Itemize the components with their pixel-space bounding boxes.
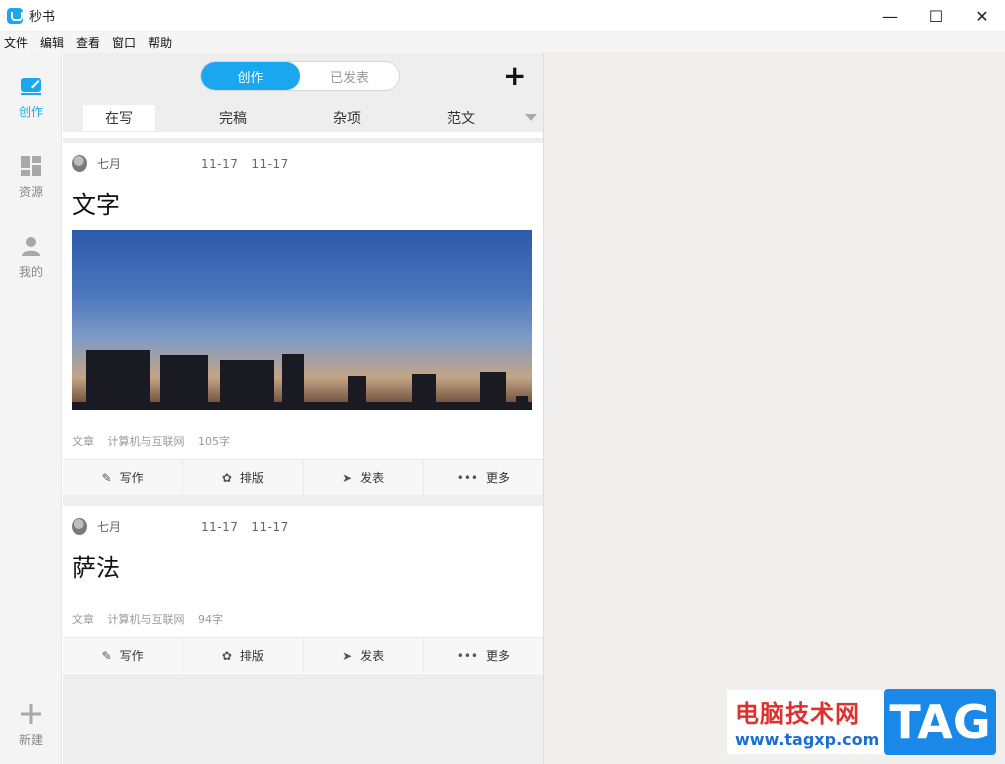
avatar	[72, 518, 87, 535]
card-info: 文章 计算机与互联网 105字	[72, 433, 240, 449]
publish-button[interactable]: ➤ 发表	[304, 460, 424, 495]
menu-edit[interactable]: 编辑	[40, 34, 64, 51]
more-label: 更多	[485, 649, 510, 663]
card-author: 七月	[97, 520, 122, 534]
window-title: 秒书	[29, 10, 56, 25]
app-logo-icon	[7, 7, 23, 24]
layout-button[interactable]: ✿ 排版	[183, 638, 304, 673]
palette-icon: ✿	[221, 470, 232, 485]
minimize-button[interactable]: —	[867, 0, 913, 32]
layout-button[interactable]: ✿ 排版	[183, 460, 304, 495]
paper-plane-icon: ➤	[342, 470, 353, 485]
window-controls: — ☐ ✕	[867, 0, 1005, 32]
ellipsis-icon: •••	[456, 470, 478, 485]
card-word-count: 105字	[198, 435, 230, 448]
user-icon	[22, 237, 40, 256]
card-type: 文章	[72, 435, 94, 448]
watermark-tag-logo: TAG	[884, 689, 996, 755]
menu-bar: 文件 编辑 查看 窗口 帮助	[0, 32, 1005, 53]
layout-label: 排版	[239, 471, 264, 485]
tabs-divider	[63, 132, 543, 138]
more-button[interactable]: ••• 更多	[424, 638, 543, 673]
ellipsis-icon: •••	[456, 648, 478, 663]
nav-item-create[interactable]: 创作	[0, 75, 62, 120]
more-label: 更多	[485, 471, 510, 485]
plus-icon	[21, 704, 41, 724]
card-author: 七月	[97, 157, 122, 171]
card-modified-date: 11-17	[251, 156, 289, 171]
card-actions: ✎ 写作 ✿ 排版 ➤ 发表 ••• 更多	[63, 637, 543, 673]
maximize-button[interactable]: ☐	[913, 0, 959, 32]
pencil-icon: ✎	[101, 470, 112, 485]
nav-label-mine: 我的	[18, 265, 43, 279]
menu-help[interactable]: 帮助	[148, 34, 172, 51]
tab-samples[interactable]: 范文	[425, 105, 497, 131]
status-tabs: 在写 完稿 杂项 范文	[63, 105, 543, 135]
card-meta: 七月 11-17 11-17	[72, 518, 302, 535]
nav-item-new[interactable]: 新建	[0, 703, 62, 748]
layout-label: 排版	[239, 649, 264, 663]
card-type: 文章	[72, 613, 94, 626]
menu-view[interactable]: 查看	[76, 34, 100, 51]
card-modified-date: 11-17	[251, 519, 289, 534]
toggle-published[interactable]: 已发表	[300, 62, 399, 90]
editor-panel	[543, 53, 1005, 764]
watermark-url: www.tagxp.com	[735, 730, 880, 749]
title-bar: 秒书 — ☐ ✕	[0, 0, 1005, 32]
document-list-panel: 创作 已发表 + 在写 完稿 杂项 范文 七月 11-17 11-17 文字 文…	[63, 53, 543, 764]
card-title: 文字	[72, 191, 120, 219]
nav-label-create: 创作	[18, 105, 43, 119]
card-category: 计算机与互联网	[107, 613, 185, 626]
write-button[interactable]: ✎ 写作	[63, 460, 184, 495]
add-document-button[interactable]: +	[503, 62, 526, 90]
nav-item-mine[interactable]: 我的	[0, 235, 62, 280]
card-created-date: 11-17	[201, 519, 239, 534]
card-cover-image	[72, 230, 532, 410]
pen-icon	[21, 78, 41, 95]
card-title: 萨法	[72, 554, 120, 582]
card-info: 文章 计算机与互联网 94字	[72, 611, 233, 627]
tab-finished[interactable]: 完稿	[197, 105, 269, 131]
nav-label-resources: 资源	[18, 185, 43, 199]
close-button[interactable]: ✕	[959, 0, 1005, 32]
document-card[interactable]: 七月 11-17 11-17 文字 文章 计算机与互联网 105字 ✎ 写作 ✿…	[63, 143, 543, 495]
document-card[interactable]: 七月 11-17 11-17 萨法 文章 计算机与互联网 94字 ✎ 写作 ✿ …	[63, 506, 543, 674]
publish-label: 发表	[360, 649, 385, 663]
palette-icon: ✿	[221, 648, 232, 663]
publish-button[interactable]: ➤ 发表	[304, 638, 424, 673]
menu-file[interactable]: 文件	[4, 34, 28, 51]
write-button[interactable]: ✎ 写作	[63, 638, 184, 673]
tab-writing[interactable]: 在写	[83, 105, 155, 131]
card-word-count: 94字	[198, 613, 223, 626]
more-button[interactable]: ••• 更多	[424, 460, 543, 495]
toggle-create[interactable]: 创作	[201, 62, 300, 90]
left-sidebar: 创作 资源 我的 新建	[0, 53, 62, 764]
tab-misc[interactable]: 杂项	[311, 105, 383, 131]
card-created-date: 11-17	[201, 156, 239, 171]
pencil-icon: ✎	[101, 648, 112, 663]
write-label: 写作	[119, 649, 144, 663]
watermark-text: 电脑技术网 www.tagxp.com	[727, 690, 887, 754]
publish-label: 发表	[360, 471, 385, 485]
watermark-site-name: 电脑技术网	[735, 700, 860, 728]
nav-label-new: 新建	[18, 733, 43, 747]
menu-window[interactable]: 窗口	[112, 34, 136, 51]
card-meta: 七月 11-17 11-17	[72, 155, 302, 172]
write-label: 写作	[119, 471, 144, 485]
grid-icon	[21, 156, 41, 176]
card-actions: ✎ 写作 ✿ 排版 ➤ 发表 ••• 更多	[63, 459, 543, 495]
avatar	[72, 155, 87, 172]
nav-item-resources[interactable]: 资源	[0, 155, 62, 200]
create-published-toggle: 创作 已发表	[200, 61, 400, 91]
chevron-down-icon[interactable]	[525, 114, 537, 121]
paper-plane-icon: ➤	[342, 648, 353, 663]
card-category: 计算机与互联网	[107, 435, 185, 448]
